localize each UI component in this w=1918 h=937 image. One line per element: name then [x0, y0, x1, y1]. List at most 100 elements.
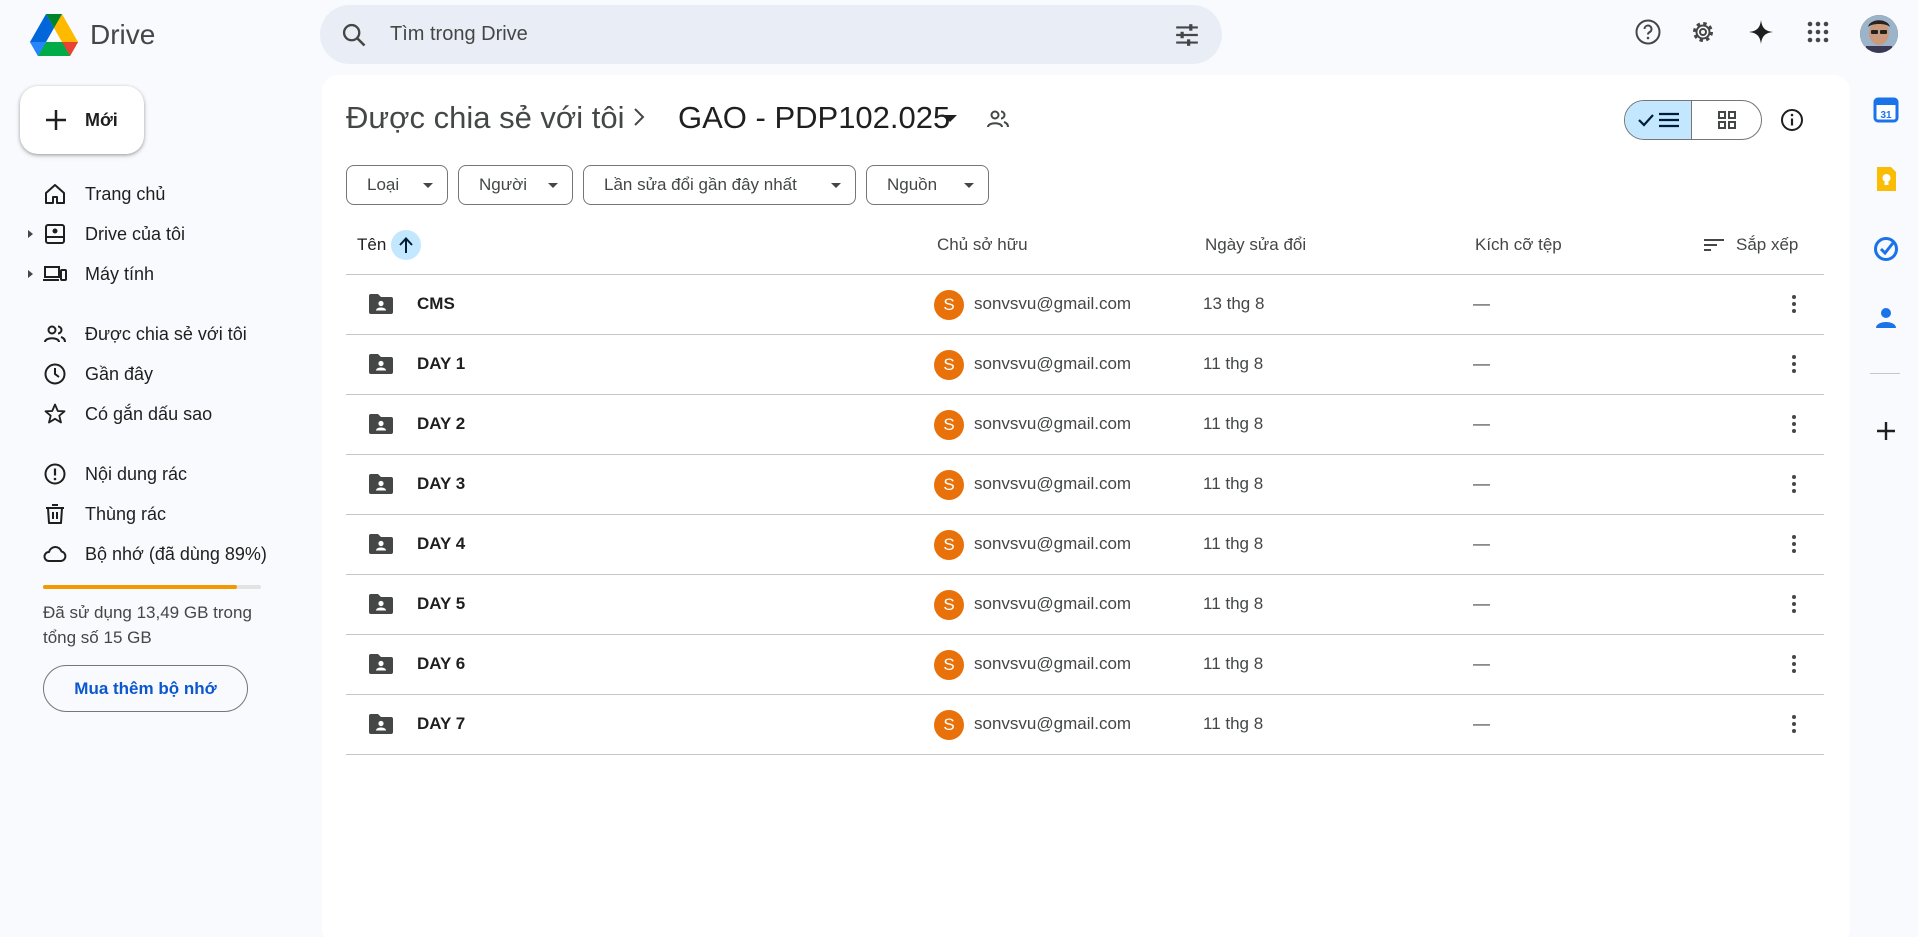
more-actions-icon[interactable]	[1782, 352, 1806, 376]
sidebar-item-trash[interactable]: Thùng rác	[30, 496, 166, 532]
gemini-icon[interactable]	[1746, 17, 1776, 47]
account-avatar[interactable]	[1860, 15, 1898, 53]
owner-avatar: S	[934, 350, 964, 380]
table-row[interactable]: DAY 1 Ssonvsvu@gmail.com 11 thg 8 —	[346, 335, 1824, 395]
keep-icon[interactable]	[1873, 166, 1899, 192]
filter-people-chip[interactable]: Người	[458, 165, 573, 205]
more-actions-icon[interactable]	[1782, 712, 1806, 736]
column-header-owner[interactable]: Chủ sở hữu	[937, 233, 1028, 257]
table-row[interactable]: CMS Ssonvsvu@gmail.com 13 thg 8 —	[346, 275, 1824, 335]
column-header-name[interactable]: Tên	[357, 233, 386, 257]
file-name[interactable]: DAY 1	[417, 354, 465, 374]
spam-icon	[44, 463, 66, 485]
file-name[interactable]: DAY 4	[417, 534, 465, 554]
table-row[interactable]: DAY 4 Ssonvsvu@gmail.com 11 thg 8 —	[346, 515, 1824, 575]
more-actions-icon[interactable]	[1782, 532, 1806, 556]
help-icon[interactable]	[1633, 17, 1663, 47]
add-addon-icon[interactable]	[1873, 418, 1899, 444]
file-name[interactable]: CMS	[417, 294, 455, 314]
file-name[interactable]: DAY 2	[417, 414, 465, 434]
shared-folder-icon	[369, 534, 393, 554]
new-button[interactable]: Mới	[20, 86, 144, 154]
more-actions-icon[interactable]	[1782, 412, 1806, 436]
more-actions-icon[interactable]	[1782, 652, 1806, 676]
more-actions-icon[interactable]	[1782, 292, 1806, 316]
folder-menu-caret-icon[interactable]	[943, 115, 957, 122]
expand-caret-icon[interactable]	[28, 230, 33, 238]
file-name[interactable]: DAY 5	[417, 594, 465, 614]
table-row[interactable]: DAY 6 Ssonvsvu@gmail.com 11 thg 8 —	[346, 635, 1824, 695]
storage-usage-fill	[43, 585, 238, 589]
search-options-icon[interactable]	[1174, 23, 1200, 47]
dropdown-caret-icon	[964, 183, 974, 188]
owner-avatar: S	[934, 290, 964, 320]
more-actions-icon[interactable]	[1782, 472, 1806, 496]
breadcrumb-current-folder[interactable]: GAO - PDP102.025	[678, 100, 950, 136]
sidebar-item-computers[interactable]: Máy tính	[28, 256, 154, 292]
column-header-size[interactable]: Kích cỡ tệp	[1475, 233, 1562, 257]
settings-icon[interactable]	[1688, 17, 1718, 47]
filter-source-chip[interactable]: Nguồn	[866, 165, 989, 205]
info-icon[interactable]	[1780, 108, 1804, 132]
table-row[interactable]: DAY 2 Ssonvsvu@gmail.com 11 thg 8 —	[346, 395, 1824, 455]
file-size: —	[1473, 654, 1490, 673]
more-actions-icon[interactable]	[1782, 592, 1806, 616]
modified-date: 11 thg 8	[1203, 474, 1264, 493]
clock-icon	[44, 363, 66, 385]
arrow-up-icon	[399, 237, 413, 253]
contacts-icon[interactable]	[1873, 305, 1899, 331]
file-size: —	[1473, 474, 1490, 493]
grid-view-button[interactable]	[1692, 101, 1761, 139]
drive-logo[interactable]: Drive	[30, 14, 155, 56]
owner-avatar: S	[934, 470, 964, 500]
search-input[interactable]: Tìm trong Drive	[390, 23, 528, 46]
file-size: —	[1473, 414, 1490, 433]
file-name[interactable]: DAY 7	[417, 714, 465, 734]
owner-email: sonvsvu@gmail.com	[974, 594, 1132, 613]
calendar-icon[interactable]: 31	[1873, 97, 1899, 123]
filter-type-chip[interactable]: Loại	[346, 165, 448, 205]
owner-email: sonvsvu@gmail.com	[974, 714, 1132, 733]
sidebar-item-starred[interactable]: Có gắn dấu sao	[30, 396, 212, 432]
apps-grid-icon[interactable]	[1803, 17, 1833, 47]
tasks-icon[interactable]	[1873, 236, 1899, 262]
dropdown-caret-icon	[831, 183, 841, 188]
expand-caret-icon[interactable]	[28, 270, 33, 278]
sort-button[interactable]: Sắp xếp	[1704, 233, 1798, 257]
buy-storage-button[interactable]: Mua thêm bộ nhớ	[43, 665, 248, 712]
table-row[interactable]: DAY 7 Ssonvsvu@gmail.com 11 thg 8 —	[346, 695, 1824, 755]
search-bar[interactable]: Tìm trong Drive	[320, 5, 1222, 64]
sidebar-item-recent[interactable]: Gần đây	[30, 356, 153, 392]
user-photo-icon	[1860, 15, 1898, 53]
file-size: —	[1473, 294, 1490, 313]
owner-avatar: S	[934, 650, 964, 680]
file-name[interactable]: DAY 6	[417, 654, 465, 674]
sidebar-item-storage[interactable]: Bộ nhớ (đã dùng 89%)	[30, 536, 267, 572]
shared-people-icon[interactable]	[986, 107, 1012, 131]
filter-modified-chip[interactable]: Lần sửa đổi gần đây nhất	[583, 165, 856, 205]
sidebar-item-spam[interactable]: Nội dung rác	[30, 456, 187, 492]
star-icon	[44, 403, 66, 424]
sort-ascending-button[interactable]	[391, 230, 421, 260]
table-row[interactable]: DAY 5 Ssonvsvu@gmail.com 11 thg 8 —	[346, 575, 1824, 635]
search-icon[interactable]	[340, 21, 368, 49]
modified-date: 13 thg 8	[1203, 294, 1265, 313]
list-view-button[interactable]	[1625, 101, 1693, 139]
modified-date: 11 thg 8	[1203, 594, 1264, 613]
file-size: —	[1473, 594, 1490, 613]
modified-date: 11 thg 8	[1203, 534, 1264, 553]
shared-folder-icon	[369, 294, 393, 314]
owner-email: sonvsvu@gmail.com	[974, 294, 1132, 313]
sidebar-item-my-drive[interactable]: Drive của tôi	[28, 216, 185, 252]
modified-date: 11 thg 8	[1203, 414, 1264, 433]
owner-avatar: S	[934, 530, 964, 560]
file-name[interactable]: DAY 3	[417, 474, 465, 494]
table-row[interactable]: DAY 3 Ssonvsvu@gmail.com 11 thg 8 —	[346, 455, 1824, 515]
column-header-modified[interactable]: Ngày sửa đổi	[1205, 233, 1306, 257]
sidebar-item-home[interactable]: Trang chủ	[30, 176, 165, 212]
breadcrumb-parent[interactable]: Được chia sẻ với tôi	[346, 100, 625, 136]
storage-usage-bar	[43, 585, 261, 589]
sidebar-item-shared-with-me[interactable]: Được chia sẻ với tôi	[30, 316, 247, 352]
svg-text:31: 31	[1880, 110, 1892, 121]
modified-date: 11 thg 8	[1203, 654, 1264, 673]
